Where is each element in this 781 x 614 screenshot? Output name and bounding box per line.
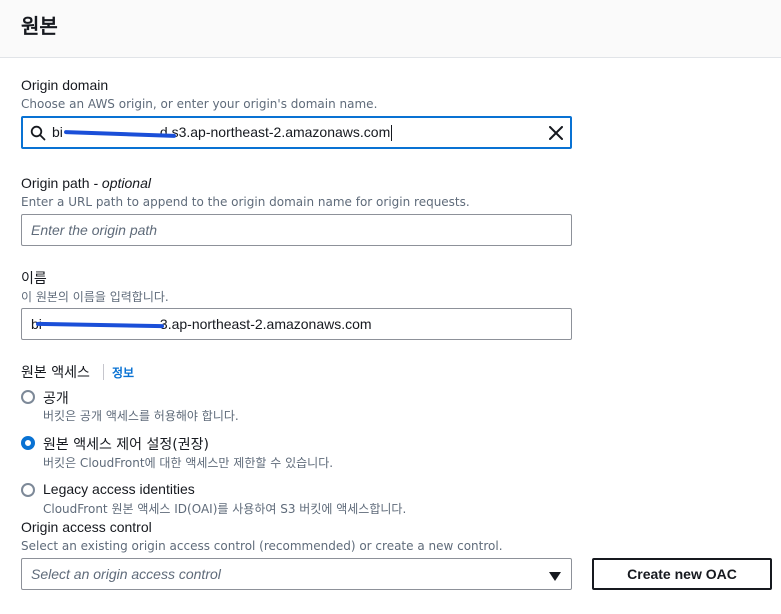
origin-path-input[interactable]: Enter the origin path [21, 214, 572, 246]
radio-public-label[interactable]: 공개 [43, 388, 69, 408]
search-icon [30, 125, 46, 141]
name-description: 이 원본의 이름을 입력합니다. [21, 290, 169, 304]
optional-tag: - optional [89, 175, 151, 191]
origin-domain-description: Choose an AWS origin, or enter your orig… [21, 97, 378, 111]
origin-access-label: 원본 액세스 [21, 365, 90, 381]
origin-access-control-label: Origin access control [21, 519, 152, 535]
radio-legacy-label[interactable]: Legacy access identities [43, 481, 195, 497]
caret-down-icon [549, 569, 561, 581]
radio-oac[interactable] [21, 436, 35, 450]
origin-domain-input[interactable]: bi d.s3.ap-northeast-2.amazonaws.com [21, 116, 572, 149]
origin-access-control-select[interactable]: Select an origin access control [21, 558, 572, 590]
name-value: 3.ap-northeast-2.amazonaws.com [159, 316, 372, 332]
name-label: 이름 [21, 271, 47, 287]
origin-path-label: Origin path - optional [21, 175, 151, 191]
origin-domain-label: Origin domain [21, 77, 109, 93]
create-new-oac-button[interactable]: Create new OAC [592, 558, 772, 590]
radio-oac-description: 버킷은 CloudFront에 대한 액세스만 제한할 수 있습니다. [43, 456, 334, 470]
origin-path-description: Enter a URL path to append to the origin… [21, 195, 470, 209]
section-header: 원본 [0, 0, 781, 58]
origin-access-control-description: Select an existing origin access control… [21, 539, 503, 553]
origin-access-control-placeholder: Select an origin access control [31, 566, 221, 582]
close-icon[interactable] [549, 126, 563, 140]
radio-public[interactable] [21, 390, 35, 404]
origin-domain-value: d.s3.ap-northeast-2.amazonaws.com [159, 124, 391, 140]
radio-legacy-oai[interactable] [21, 483, 35, 497]
radio-legacy-description: CloudFront 원본 액세스 ID(OAI)를 사용하여 S3 버킷에 액… [43, 502, 407, 516]
info-link[interactable]: 정보 [112, 364, 134, 381]
origin-path-label-text: Origin path [21, 175, 90, 191]
name-input[interactable]: bi3.ap-northeast-2.amazonaws.com [21, 308, 572, 340]
origin-path-placeholder: Enter the origin path [31, 222, 158, 238]
radio-public-description: 버킷은 공개 액세스를 허용해야 합니다. [43, 409, 239, 423]
radio-oac-label[interactable]: 원본 액세스 제어 설정(권장) [43, 434, 209, 454]
origin-domain-value-prefix: bi [52, 124, 63, 140]
divider [103, 364, 104, 380]
section-title: 원본 [21, 14, 58, 38]
